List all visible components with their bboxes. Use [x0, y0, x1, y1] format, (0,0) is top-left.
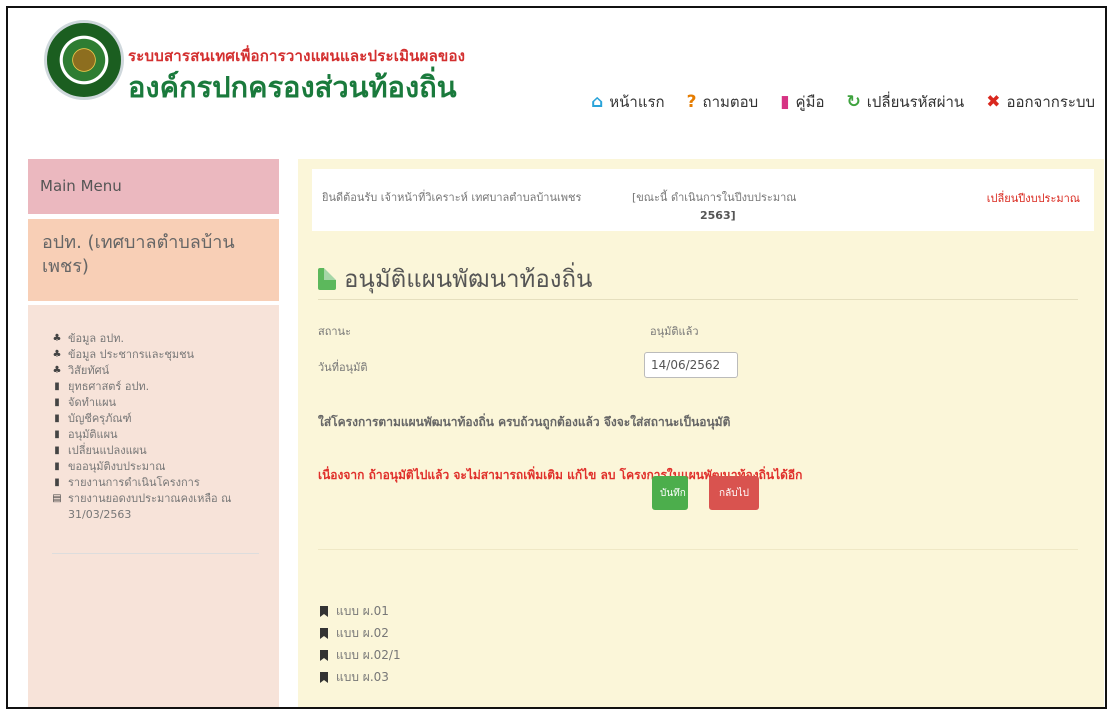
- sidebar-item-label: จัดทำแผน: [68, 396, 117, 409]
- sidebar-item-label: รายงานการดำเนินโครงการ: [68, 476, 200, 489]
- close-icon: ✖: [986, 91, 1001, 112]
- sidebar-item-project-report[interactable]: ▮ รายงานการดำเนินโครงการ: [52, 475, 265, 491]
- nav-faq-label: ถามตอบ: [702, 93, 759, 111]
- sidebar-item-make-plan[interactable]: ▮ จัดทำแผน: [52, 395, 265, 411]
- form-link-p02[interactable]: แบบ ผ.02: [320, 622, 401, 644]
- bookmark-icon: [320, 649, 328, 661]
- info-bar: ยินดีต้อนรับ เจ้าหน้าที่วิเคราะห์ เทศบาล…: [312, 169, 1094, 231]
- sidebar-item-label: เปลี่ยนแปลงแผน: [68, 444, 147, 457]
- sidebar-item-change-plan[interactable]: ▮ เปลี่ยนแปลงแผน: [52, 443, 265, 459]
- title-divider: [318, 299, 1078, 300]
- bookmark-icon: ▮: [54, 413, 60, 424]
- save-button[interactable]: บันทึก: [652, 476, 688, 510]
- nav-faq[interactable]: ? ถามตอบ: [687, 90, 759, 114]
- bookmark-icon: ▮: [54, 461, 60, 472]
- status-value: อนุมัติแล้ว: [650, 325, 699, 338]
- approve-date-input[interactable]: [644, 352, 738, 378]
- nav-logout[interactable]: ✖ ออกจากระบบ: [986, 90, 1095, 114]
- sidebar-item-label: ยุทธศาสตร์ อปท.: [68, 380, 150, 393]
- change-fiscal-year-link[interactable]: เปลี่ยนปีงบประมาณ: [987, 189, 1080, 207]
- form-link-p03[interactable]: แบบ ผ.03: [320, 666, 401, 688]
- book-icon: ▮: [780, 91, 790, 112]
- form-link-label: แบบ ผ.03: [336, 670, 389, 684]
- nav-home-label: หน้าแรก: [609, 93, 665, 111]
- form-links: แบบ ผ.01 แบบ ผ.02 แบบ ผ.02/1 แบบ ผ.03: [320, 600, 401, 688]
- sidebar-item-budget-balance-report[interactable]: ▤ รายงานยอดงบประมาณคงเหลือ ณ 31/03/2563: [52, 491, 265, 523]
- fiscal-year-status: [ขณะนี้ ดำเนินการในปีงบประมาณ 2563]: [632, 189, 852, 225]
- sidebar: Main Menu อปท. (เทศบาลตำบลบ้านเพชร) ♣ ข้…: [28, 159, 279, 707]
- bookmark-icon: ▮: [54, 397, 60, 408]
- form-link-label: แบบ ผ.01: [336, 604, 389, 618]
- bookmark-icon: ▮: [54, 477, 60, 488]
- page-title: อนุมัติแผนพัฒนาท้องถิ่น: [318, 259, 592, 298]
- sidebar-item-label: ข้อมูล ประชากรและชุมชน: [68, 348, 195, 361]
- main-menu-header: Main Menu: [28, 159, 279, 214]
- form-link-label: แบบ ผ.02: [336, 626, 389, 640]
- nav-manual-label: คู่มือ: [795, 93, 825, 111]
- sidebar-item-label: ขออนุมัติงบประมาณ: [68, 460, 166, 473]
- sidebar-item-strategy[interactable]: ▮ ยุทธศาสตร์ อปท.: [52, 379, 265, 395]
- sidebar-item-label: ข้อมูล อปท.: [68, 332, 124, 345]
- bookmark-icon: [320, 627, 328, 639]
- sidebar-item-label: บัญชีครุภัณฑ์: [68, 412, 132, 425]
- bookmark-icon: ▮: [54, 445, 60, 456]
- bookmark-icon: [320, 605, 328, 617]
- page-title-text: อนุมัติแผนพัฒนาท้องถิ่น: [344, 265, 593, 293]
- fiscal-year-value: 2563]: [700, 209, 736, 222]
- status-label: สถานะ: [318, 325, 351, 338]
- sidebar-item-org-info[interactable]: ♣ ข้อมูล อปท.: [52, 331, 265, 347]
- sidebar-item-vision[interactable]: ♣ วิสัยทัศน์: [52, 363, 265, 379]
- header: ระบบสารสนเทศเพื่อการวางแผนและประเมินผลขอ…: [8, 8, 1105, 138]
- bookmark-icon: [320, 671, 328, 683]
- main-content: ยินดีต้อนรับ เจ้าหน้าที่วิเคราะห์ เทศบาล…: [298, 159, 1104, 707]
- welcome-text: ยินดีต้อนรับ เจ้าหน้าที่วิเคราะห์ เทศบาล…: [322, 191, 582, 204]
- org-name: อปท. (เทศบาลตำบลบ้านเพชร): [28, 219, 279, 301]
- nav-home[interactable]: ⌂ หน้าแรก: [591, 90, 665, 114]
- file-icon: ▤: [52, 493, 62, 504]
- bookmark-icon: ▮: [54, 429, 60, 440]
- sidebar-item-budget-request[interactable]: ▮ ขออนุมัติงบประมาณ: [52, 459, 265, 475]
- section-divider: [318, 549, 1078, 550]
- sitemap-icon: ♣: [52, 365, 62, 376]
- nav-manual[interactable]: ▮ คู่มือ: [780, 90, 824, 114]
- back-button[interactable]: กลับไป: [709, 476, 759, 510]
- form-link-label: แบบ ผ.02/1: [336, 648, 401, 662]
- organization-logo: [44, 20, 124, 100]
- approve-date-label: วันที่อนุมัติ: [318, 361, 368, 374]
- app-frame: ระบบสารสนเทศเพื่อการวางแผนและประเมินผลขอ…: [6, 6, 1107, 709]
- sitemap-icon: ♣: [52, 349, 62, 360]
- top-nav: ⌂ หน้าแรก ? ถามตอบ ▮ คู่มือ ↻ เปลี่ยนรหั…: [591, 90, 1095, 114]
- sidebar-item-approve-plan[interactable]: ▮ อนุมัติแผน: [52, 427, 265, 443]
- form-link-p02-1[interactable]: แบบ ผ.02/1: [320, 644, 401, 666]
- fiscal-year-prefix: [ขณะนี้ ดำเนินการในปีงบประมาณ: [632, 191, 797, 204]
- menu-list: ♣ ข้อมูล อปท. ♣ ข้อมูล ประชากรและชุมชน ♣…: [28, 305, 279, 707]
- menu-divider: [52, 553, 259, 554]
- bookmark-icon: ▮: [54, 381, 60, 392]
- question-icon: ?: [686, 91, 697, 112]
- document-icon: [318, 267, 336, 290]
- nav-change-password[interactable]: ↻ เปลี่ยนรหัสผ่าน: [846, 90, 964, 114]
- brand-title: องค์กรปกครองส่วนท้องถิ่น: [128, 70, 457, 104]
- sidebar-item-population[interactable]: ♣ ข้อมูล ประชากรและชุมชน: [52, 347, 265, 363]
- nav-change-password-label: เปลี่ยนรหัสผ่าน: [866, 93, 965, 111]
- sidebar-item-label: อนุมัติแผน: [68, 428, 118, 441]
- sidebar-item-label: รายงานยอดงบประมาณคงเหลือ ณ 31/03/2563: [68, 492, 232, 521]
- home-icon: ⌂: [591, 91, 604, 112]
- form-link-p01[interactable]: แบบ ผ.01: [320, 600, 401, 622]
- instruction-note: ใส่โครงการตามแผนพัฒนาท้องถิ่น ครบถ้วนถูก…: [318, 415, 731, 429]
- nav-logout-label: ออกจากระบบ: [1006, 93, 1095, 111]
- sidebar-item-label: วิสัยทัศน์: [68, 364, 110, 377]
- refresh-icon: ↻: [846, 91, 861, 112]
- sitemap-icon: ♣: [52, 333, 62, 344]
- sidebar-item-equipment[interactable]: ▮ บัญชีครุภัณฑ์: [52, 411, 265, 427]
